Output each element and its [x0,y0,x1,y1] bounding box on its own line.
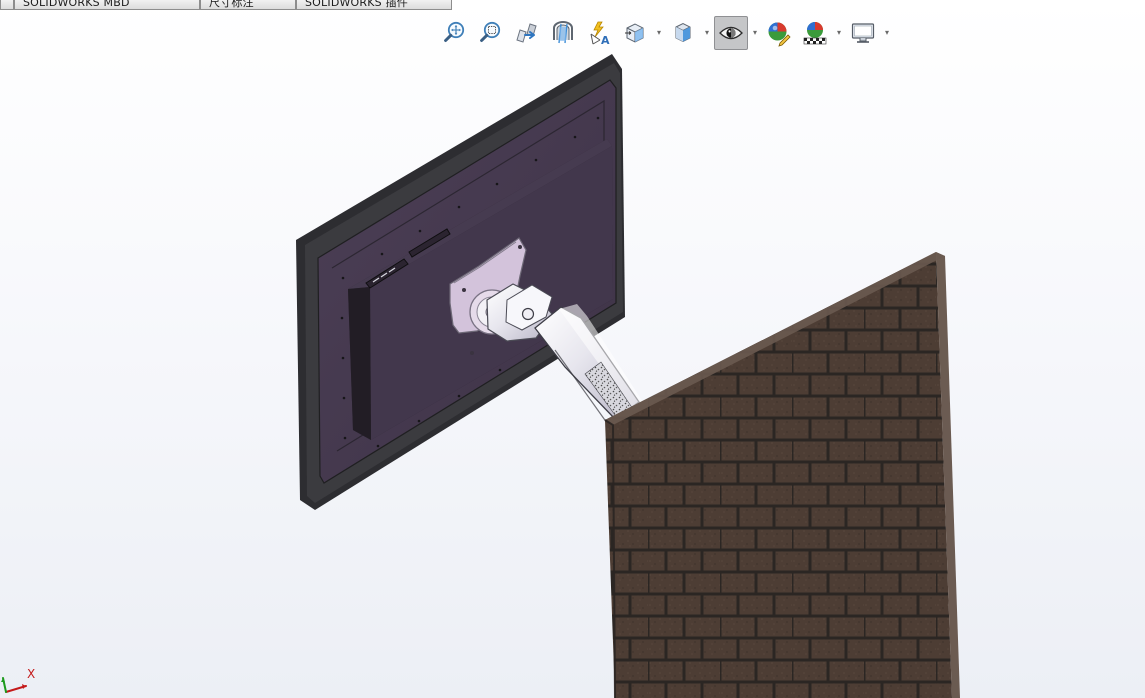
display-style-dropdown[interactable]: ▾ [702,16,712,50]
eye-icon [719,26,743,40]
previous-view-icon [516,23,537,43]
tab-solidworks-addins[interactable]: SOLIDWORKS 插件 [296,0,452,10]
tab-label: 尺寸标注 [209,0,254,9]
display-style-icon [675,22,691,43]
triad-x-label: X [27,667,36,681]
tab-edge[interactable] [0,0,14,10]
zoom-to-fit-button[interactable] [438,16,472,50]
view-orientation-button[interactable] [618,16,652,50]
graphics-area[interactable] [0,0,1145,698]
edit-appearance-button[interactable] [762,16,796,50]
document-tabs: SOLIDWORKS MBD 尺寸标注 SOLIDWORKS 插件 [0,0,452,10]
zoom-area-icon [480,21,501,42]
tab-dimensioning[interactable]: 尺寸标注 [200,0,296,10]
triad-icon [1,677,27,693]
dynamic-annotation-views-button[interactable]: A [582,16,616,50]
section-view-button[interactable] [546,16,580,50]
hide-show-items-dropdown[interactable]: ▾ [750,16,760,50]
view-settings-dropdown[interactable]: ▾ [882,16,892,50]
heads-up-view-toolbar: A ▾ ▾ ▾ ▾ ▾ [438,14,892,52]
monitor-icon [851,23,875,43]
coordinate-triad: X [0,656,50,698]
zoom-to-area-button[interactable] [474,16,508,50]
edit-appearance-icon [768,22,791,47]
section-view-icon [553,21,573,44]
hide-show-items-button[interactable] [714,16,748,50]
previous-view-button[interactable] [510,16,544,50]
svg-text:A: A [601,34,610,47]
view-settings-button[interactable] [846,16,880,50]
arm-knob [521,307,535,321]
display-style-button[interactable] [666,16,700,50]
tab-label: SOLIDWORKS MBD [23,0,130,9]
view-orientation-icon [625,23,644,43]
dynamic-annotation-icon: A [590,21,610,47]
apply-scene-icon [803,22,827,45]
tab-label: SOLIDWORKS 插件 [305,0,408,9]
apply-scene-dropdown[interactable]: ▾ [834,16,844,50]
view-orientation-dropdown[interactable]: ▾ [654,16,664,50]
zoom-fit-icon [444,21,465,42]
apply-scene-button[interactable] [798,16,832,50]
tab-solidworks-mbd[interactable]: SOLIDWORKS MBD [14,0,200,10]
